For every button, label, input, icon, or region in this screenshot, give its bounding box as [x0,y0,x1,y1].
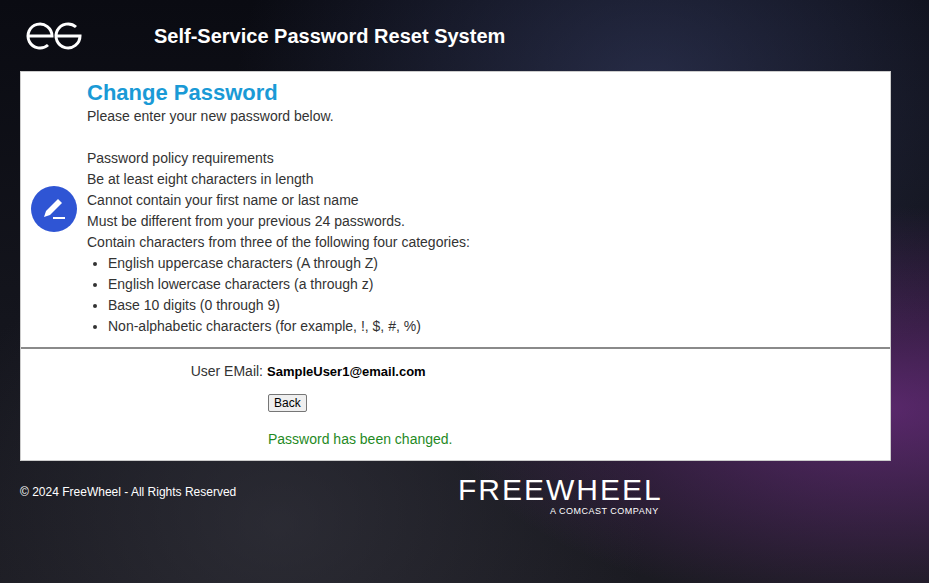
email-row: User EMail:SampleUser1@email.com [21,361,890,382]
icon-column [21,80,87,337]
panel-subtitle: Please enter your new password below. [87,106,890,127]
policy-rule: Be at least eight characters in length [87,169,890,190]
email-value: SampleUser1@email.com [267,362,426,382]
message-row: Password has been changed. [21,429,890,450]
email-label: User EMail: [21,361,267,382]
category-item: Non-alphabetic characters (for example, … [108,316,890,337]
policy-section: Change PasswordPlease enter your new pas… [21,72,890,349]
category-list: English uppercase characters (A through … [87,253,890,337]
success-message: Password has been changed. [268,429,890,450]
edit-icon [31,186,77,232]
policy-text: Change PasswordPlease enter your new pas… [87,80,890,337]
brand-name: FREEWHEEL [458,475,663,505]
copyright-text: © 2024 FreeWheel - All Rights Reserved [20,475,458,519]
page-footer: © 2024 FreeWheel - All Rights ReservedFR… [0,461,929,519]
category-item: English uppercase characters (A through … [108,253,890,274]
policy-rule: Cannot contain your first name or last n… [87,190,890,211]
category-item: English lowercase characters (a through … [108,274,890,295]
spacer [87,127,890,148]
change-password-panel: Change PasswordPlease enter your new pas… [20,71,891,461]
button-row: Back [21,390,890,414]
policy-rule: Contain characters from three of the fol… [87,232,890,253]
policy-rule: Must be different from your previous 24 … [87,211,890,232]
back-button[interactable]: Back [268,394,307,412]
panel-title: Change Password [87,80,890,106]
category-item: Base 10 digits (0 through 9) [108,295,890,316]
page-title: Self-Service Password Reset System [154,21,505,51]
policy-heading: Password policy requirements [87,148,890,169]
brand-tagline: A COMCAST COMPANY [458,505,663,519]
form-section: User EMail:SampleUser1@email.com Back Pass… [21,349,890,460]
logo-icon [24,20,84,52]
page-header: Self-Service Password Reset System [0,0,929,71]
brand-logo: FREEWHEELA COMCAST COMPANY [458,475,663,519]
